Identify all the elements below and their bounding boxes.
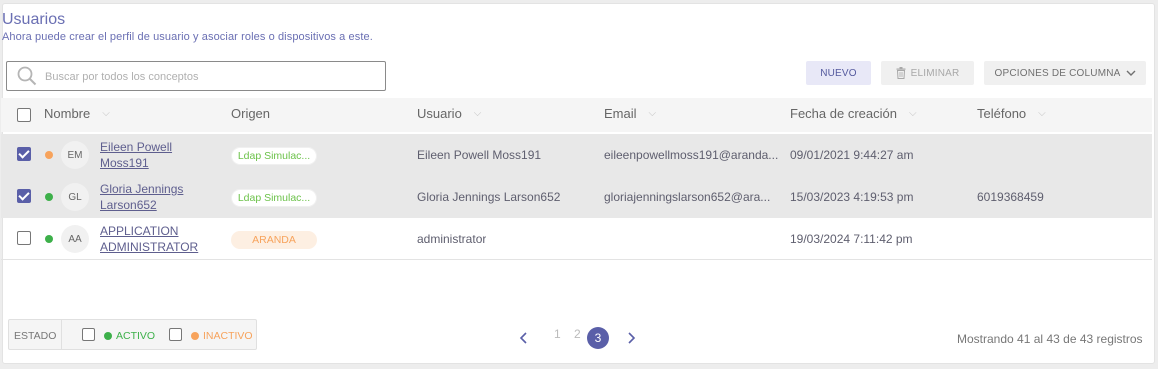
row-checkbox[interactable] [17,231,31,245]
user-name-link[interactable]: APPLICATION ADMINISTRATOR [100,223,210,255]
new-button-label: NUEVO [820,67,857,79]
search-input[interactable] [45,68,365,86]
user-name-link[interactable]: Eileen Powell Moss191 [100,139,210,171]
row-checkbox[interactable] [17,189,31,203]
sort-chevron-icon[interactable]: ⌵ [1038,108,1046,119]
active-filter-checkbox[interactable] [82,328,95,341]
divider [61,320,62,349]
delete-button[interactable]: ELIMINAR [881,61,974,85]
inactive-dot [191,332,199,340]
sort-chevron-icon[interactable]: ⌵ [909,108,917,119]
phone-cell: 6019368459 [977,190,1044,204]
column-options-label: OPCIONES DE COLUMNA [994,67,1121,79]
origin-badge: Ldap Simulac... [231,189,317,207]
column-header-email[interactable]: Email ⌵ [604,106,656,121]
search-box[interactable] [6,61,386,91]
delete-button-label: ELIMINAR [910,67,960,79]
chevron-left-icon[interactable] [519,332,527,344]
column-header-telefono[interactable]: Teléfono ⌵ [977,106,1046,121]
created-cell: 19/03/2024 7:11:42 pm [790,232,913,246]
status-dot [45,193,53,201]
chevron-right-icon[interactable] [628,332,636,344]
page-title: Usuarios [2,11,66,28]
chevron-down-icon [1126,70,1136,76]
email-cell: eileenpowellmoss191@aranda... [604,148,779,162]
trash-icon [896,67,906,79]
inactive-filter-checkbox[interactable] [169,328,182,341]
page-1[interactable]: 1 [554,327,561,341]
user-name-link[interactable]: Gloria Jennings Larson652 [100,181,210,213]
column-header-usuario[interactable]: Usuario ⌵ [417,106,481,121]
column-options-button[interactable]: OPCIONES DE COLUMNA [984,61,1146,85]
username-cell: Gloria Jennings Larson652 [417,190,561,204]
username-cell: administrator [417,232,487,246]
page-3-active[interactable]: 3 [587,327,609,349]
page-subtitle: Ahora puede crear el perfil de usuario y… [2,31,373,43]
origin-badge: Ldap Simulac... [231,147,317,165]
records-summary: Mostrando 41 al 43 de 43 registros [957,332,1143,346]
avatar: AA [61,225,89,253]
active-dot [104,332,112,340]
column-header-origen: Origen [231,106,271,121]
column-header-nombre[interactable]: Nombre ⌵ [44,106,110,121]
active-filter-label: ACTIVO [116,330,156,342]
origin-badge: ARANDA [231,231,317,249]
page-2[interactable]: 2 [574,327,581,341]
table-row[interactable]: EM Eileen Powell Moss191 Ldap Simulac...… [1,134,1152,176]
username-cell: Eileen Powell Moss191 [417,148,542,162]
status-dot [45,235,53,243]
status-dot [45,151,53,159]
table-row[interactable]: GL Gloria Jennings Larson652 Ldap Simula… [1,176,1152,218]
status-filter-label: ESTADO [14,330,57,342]
status-filter: ESTADO ACTIVO INACTIVO [8,319,257,350]
created-cell: 15/03/2023 4:19:53 pm [790,190,914,204]
email-cell: gloriajenningslarson652@ara... [604,190,771,204]
table-row[interactable]: AA APPLICATION ADMINISTRATOR ARANDA admi… [1,218,1152,260]
search-icon [17,66,37,86]
new-button[interactable]: NUEVO [806,61,871,85]
table-header: Nombre ⌵ Origen Usuario ⌵ Email ⌵ Fecha de … [1,98,1152,132]
column-header-fecha[interactable]: Fecha de creación ⌵ [790,106,917,121]
avatar: EM [61,141,89,169]
sort-chevron-icon[interactable]: ⌵ [649,108,657,119]
sort-chevron-icon[interactable]: ⌵ [474,108,482,119]
avatar: GL [61,183,89,211]
created-cell: 09/01/2021 9:44:27 am [790,148,914,162]
row-checkbox[interactable] [17,147,31,161]
inactive-filter-label: INACTIVO [203,330,253,342]
select-all-checkbox[interactable] [17,108,31,122]
sort-chevron-icon[interactable]: ⌵ [102,108,110,119]
